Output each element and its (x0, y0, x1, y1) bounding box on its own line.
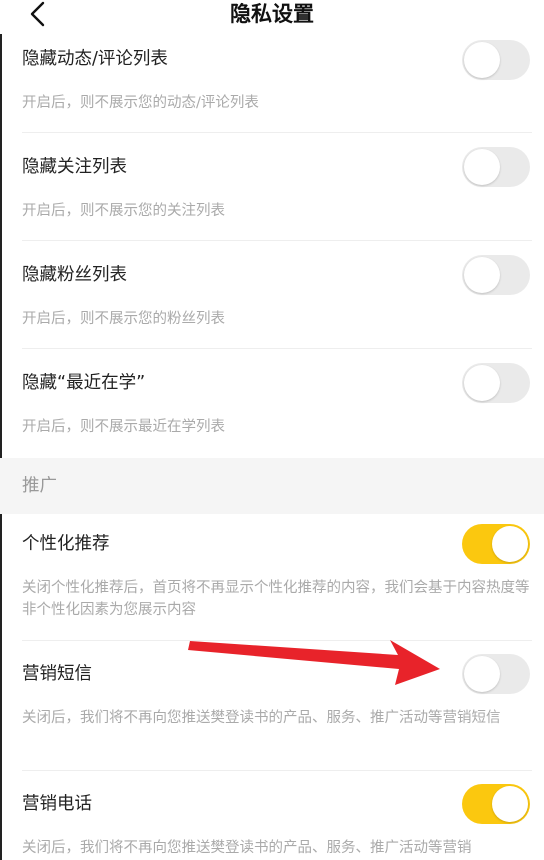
page-title: 隐私设置 (230, 2, 314, 26)
setting-label: 隐藏动态/评论列表 (22, 49, 168, 69)
setting-label: 营销电话 (22, 794, 92, 814)
section-header-promo: 推广 (0, 458, 544, 514)
setting-label: 个性化推荐 (22, 534, 110, 554)
toggle-knob (464, 42, 500, 78)
hide-recent-toggle[interactable] (462, 363, 530, 403)
hide-activity-toggle[interactable] (462, 40, 530, 80)
setting-description: 关闭后，我们将不再向您推送樊登读书的产品、服务、推广活动等营销 (22, 840, 472, 856)
toggle-knob (492, 526, 528, 562)
hide-following-toggle[interactable] (462, 147, 530, 187)
divider (22, 132, 532, 133)
divider (22, 770, 532, 771)
divider (22, 640, 532, 641)
setting-description: 开启后，则不展示您的动态/评论列表 (22, 95, 259, 111)
divider (22, 348, 532, 349)
hide-fans-toggle[interactable] (462, 255, 530, 295)
toggle-knob (464, 257, 500, 293)
header-bar: 隐私设置 (0, 0, 544, 34)
setting-label: 隐藏粉丝列表 (22, 265, 127, 285)
personalized-recommend-toggle[interactable] (462, 524, 530, 564)
setting-description: 关闭后，我们将不再向您推送樊登读书的产品、服务、推广活动等营销短信 (22, 710, 501, 726)
marketing-sms-toggle[interactable] (462, 654, 530, 694)
setting-label: 隐藏关注列表 (22, 157, 127, 177)
section-label: 推广 (22, 476, 57, 496)
toggle-knob (464, 365, 500, 401)
toggle-knob (492, 786, 528, 822)
setting-description: 开启后，则不展示您的粉丝列表 (22, 311, 225, 327)
setting-label: 营销短信 (22, 664, 92, 684)
setting-description: 开启后，则不展示您的关注列表 (22, 203, 225, 219)
marketing-phone-toggle[interactable] (462, 784, 530, 824)
toggle-knob (464, 656, 500, 692)
window-edge (0, 0, 2, 860)
divider (22, 240, 532, 241)
setting-description: 关闭个性化推荐后，首页将不再显示个性化推荐的内容，我们会基于内容热度等非个性化因… (22, 580, 530, 618)
setting-description: 开启后，则不展示最近在学列表 (22, 419, 225, 435)
toggle-knob (464, 149, 500, 185)
setting-label: 隐藏“最近在学” (22, 373, 146, 393)
